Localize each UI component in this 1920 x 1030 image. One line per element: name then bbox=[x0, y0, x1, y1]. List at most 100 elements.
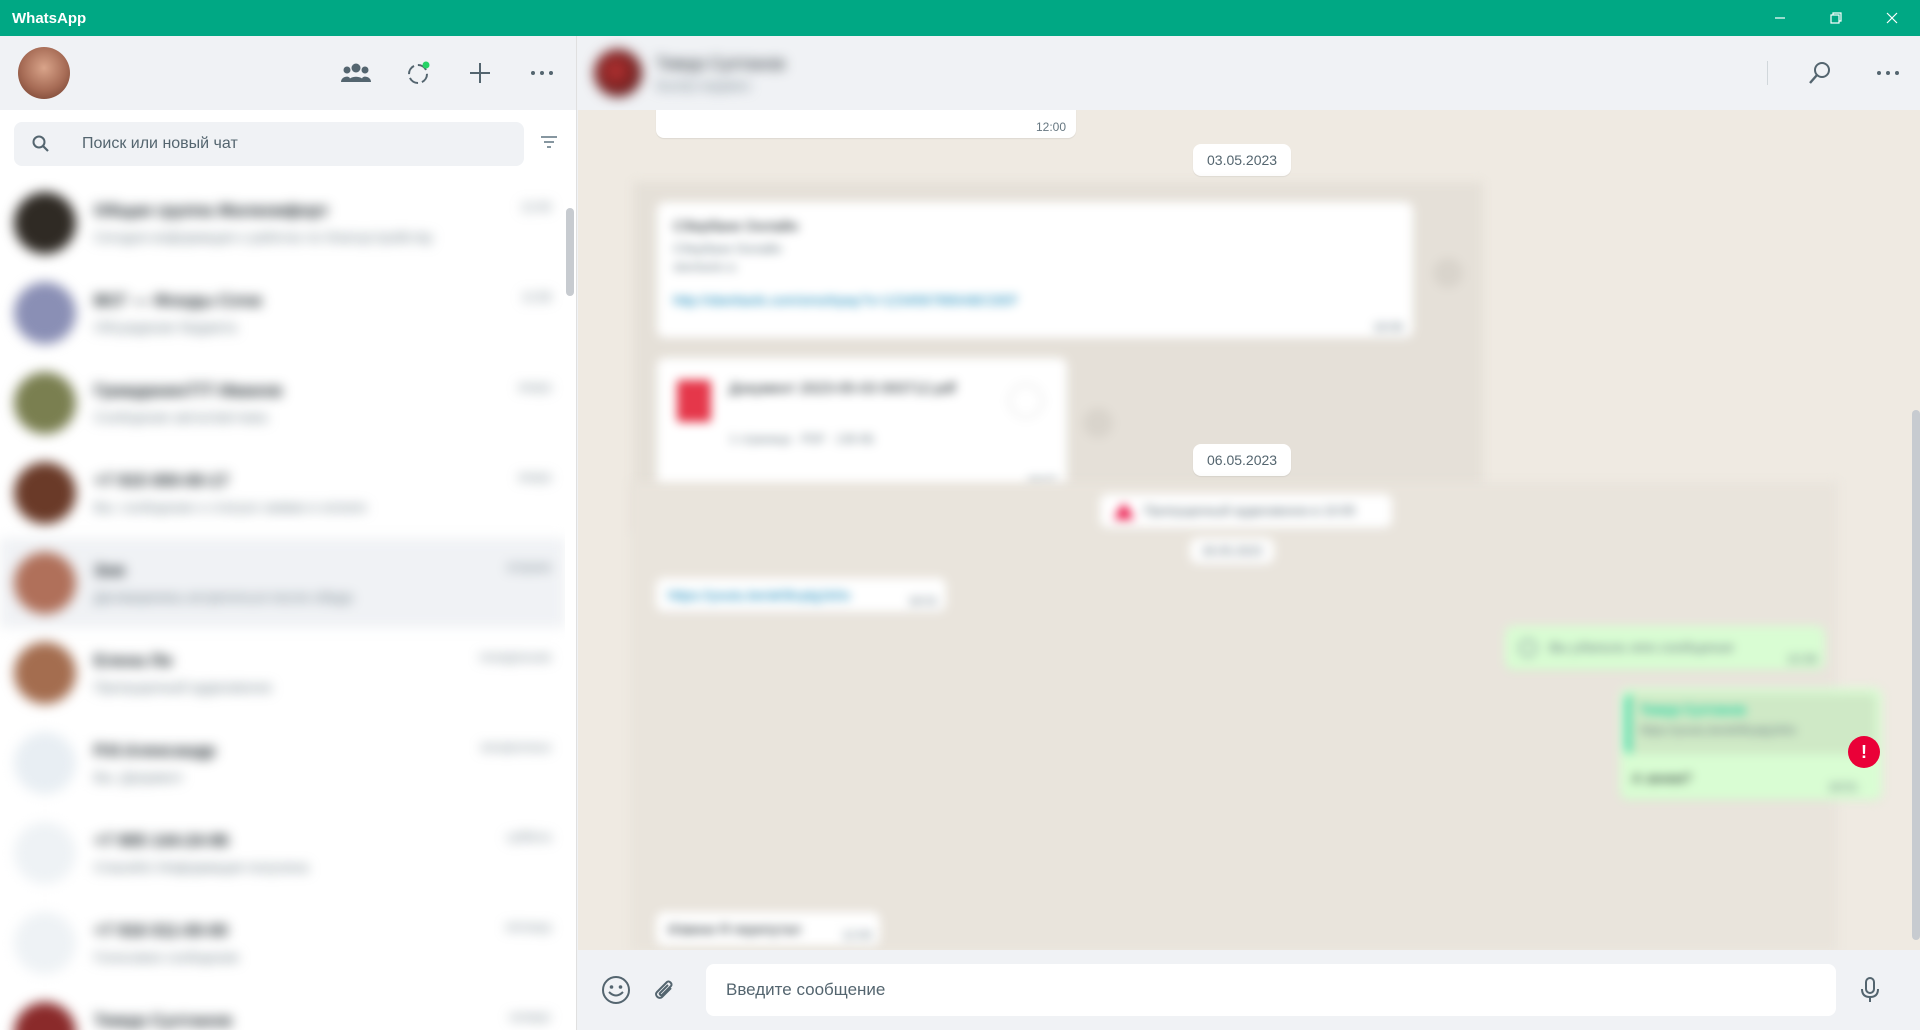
missed-call-icon bbox=[1114, 503, 1134, 519]
send-error-icon[interactable]: ! bbox=[1848, 736, 1880, 768]
chat-name: Тимур Султанов bbox=[94, 1011, 233, 1030]
close-button[interactable] bbox=[1864, 0, 1920, 36]
chat-name: Елена Ли bbox=[94, 651, 173, 670]
chat-preview: Сообщение автоответчика bbox=[94, 409, 268, 425]
forward-icon[interactable] bbox=[1083, 408, 1113, 438]
chat-name: Гражданин777 Иванов bbox=[94, 381, 283, 400]
sidebar: Общая группа Жилкомфорт Сегодня информаци… bbox=[0, 36, 577, 1030]
chat-list-item[interactable]: Тимур СултановФоточетверг bbox=[0, 988, 565, 1030]
chat-list-item[interactable]: Р.И.Александр Вы: Документ воскресенье bbox=[0, 718, 565, 808]
forward-icon[interactable] bbox=[1433, 258, 1463, 288]
chat-list-item[interactable]: Елена Ли Пропущенный аудиозвонок понедельн… bbox=[0, 628, 565, 718]
selection-highlight: Пропущенный аудиозвонок в 10:05 26.05.20… bbox=[630, 482, 1882, 950]
chat-list: Общая группа Жилкомфорт Сегодня информаци… bbox=[0, 178, 565, 1030]
communities-icon bbox=[341, 63, 371, 82]
link-preview-domain: sberbank.ru bbox=[673, 260, 737, 274]
download-icon[interactable] bbox=[1009, 384, 1043, 418]
message-input[interactable] bbox=[706, 964, 1836, 1016]
chat-list-item[interactable]: Общая группа Жилкомфорт Сегодня информаци… bbox=[0, 178, 565, 268]
chat-time: четверг bbox=[509, 1010, 551, 1024]
reply-message[interactable]: Тимур Султанов https://youtu.be/aKBcplg1… bbox=[1620, 688, 1882, 800]
chat-name: Общая группа Жилкомфорт bbox=[94, 201, 329, 220]
window-controls bbox=[1752, 0, 1920, 36]
chat-avatar bbox=[14, 642, 76, 704]
app-title: WhatsApp bbox=[12, 9, 87, 27]
document-message[interactable]: Документ 2023-05-03 093712.pdf 1 страниц… bbox=[657, 358, 1067, 492]
quoted-message[interactable]: Тимур Султанов https://youtu.be/aKBcplg1… bbox=[1626, 694, 1876, 754]
chat-time: воскресенье bbox=[481, 740, 551, 754]
menu-button[interactable] bbox=[526, 57, 558, 89]
chat-preview: Вы: сообщение о статусе заявки и оплате bbox=[94, 499, 367, 515]
message-time: 18:51 bbox=[1827, 780, 1858, 794]
message-link[interactable]: http://sberbank.com/sms/trpay?s=12345678… bbox=[673, 292, 1397, 308]
missed-call-text: Пропущенный аудиозвонок в 10:05 bbox=[1144, 503, 1356, 518]
status-button[interactable] bbox=[402, 57, 434, 89]
chat-time: вчера bbox=[518, 380, 551, 394]
search-messages-button[interactable] bbox=[1804, 57, 1836, 89]
quoted-text: https://youtu.be/aKBcplg1k0o bbox=[1640, 723, 1797, 737]
message-text: Извини Я перепутал bbox=[668, 921, 801, 937]
chat-preview: Обсуждение бюджета bbox=[94, 319, 237, 335]
attach-button[interactable] bbox=[646, 972, 682, 1008]
deleted-icon bbox=[1519, 639, 1537, 657]
profile-avatar[interactable] bbox=[18, 47, 70, 99]
selection-highlight: Сбербанк Онлайн Сбербанк Онлайн sberbank… bbox=[633, 182, 1483, 532]
conversation-menu-button[interactable] bbox=[1872, 57, 1904, 89]
chat-list-item[interactable]: Зоя Договорились встретиться после обеда в… bbox=[0, 538, 565, 628]
chat-avatar bbox=[14, 822, 76, 884]
message-time: 12:00 bbox=[1035, 120, 1066, 134]
message-time: 18:06 bbox=[1372, 320, 1403, 334]
search-input[interactable] bbox=[82, 135, 482, 153]
message-time: 12:00 bbox=[841, 928, 872, 942]
message-bubble[interactable]: 12:00 bbox=[656, 110, 1076, 138]
status-icon bbox=[408, 61, 430, 84]
sidebar-header bbox=[0, 36, 576, 110]
chat-time: пятница bbox=[505, 920, 551, 934]
link-message[interactable]: https://youtu.be/aKBcplg1k0o 18:01 bbox=[656, 578, 946, 612]
communities-button[interactable] bbox=[340, 57, 372, 89]
minimize-icon bbox=[1775, 17, 1785, 19]
contact-info[interactable]: Тимур Султанов был(а) недавно bbox=[594, 49, 785, 97]
title-bar: WhatsApp bbox=[0, 0, 1920, 36]
message-link[interactable]: https://youtu.be/aKBcplg1k0o bbox=[668, 587, 850, 603]
chat-list-item[interactable]: +7 905 144-24-96 Спасибо! Информация полу… bbox=[0, 808, 565, 898]
chat-name: +7 915 000-00-17 bbox=[94, 471, 229, 490]
emoji-button[interactable] bbox=[598, 972, 634, 1008]
search-icon bbox=[32, 135, 49, 152]
message-scrollbar[interactable] bbox=[1912, 410, 1920, 940]
chat-avatar bbox=[14, 552, 76, 614]
chat-avatar bbox=[14, 372, 76, 434]
chat-list-item[interactable]: +7 916 011-00-00 Голосовое сообщение пятни… bbox=[0, 898, 565, 988]
contact-avatar[interactable] bbox=[594, 49, 642, 97]
restore-button[interactable] bbox=[1808, 0, 1864, 36]
chat-list-item[interactable]: +7 915 000-00-17 Вы: сообщение о статусе … bbox=[0, 448, 565, 538]
plus-icon bbox=[470, 63, 490, 83]
chat-avatar bbox=[14, 462, 76, 524]
search-row bbox=[0, 110, 576, 178]
message-area[interactable]: 12:00 03.05.2023 Сбербанк Онлайн Сбербан… bbox=[578, 110, 1920, 950]
chat-name: +7 905 144-24-96 bbox=[94, 831, 229, 850]
chat-avatar bbox=[14, 192, 76, 254]
new-chat-button[interactable] bbox=[464, 57, 496, 89]
chat-list-scrollbar[interactable] bbox=[566, 208, 574, 296]
chat-list-item[interactable]: Гражданин777 Иванов Сообщение автоответчи… bbox=[0, 358, 565, 448]
filter-button[interactable] bbox=[540, 135, 558, 154]
paperclip-icon bbox=[655, 980, 673, 999]
link-preview-title: Сбербанк Онлайн bbox=[673, 218, 799, 235]
search-icon bbox=[1809, 62, 1830, 84]
deleted-message[interactable]: Вы удалили это сообщение 10:36 bbox=[1505, 626, 1825, 670]
voice-message-button[interactable] bbox=[1852, 972, 1888, 1008]
contact-name: Тимур Султанов bbox=[656, 53, 785, 73]
chat-list-item[interactable]: ВСГ — Фонды Сочи Обсуждение бюджета 11:58 bbox=[0, 268, 565, 358]
chat-preview: Пропущенный аудиозвонок bbox=[94, 679, 272, 695]
date-separator: 06.05.2023 bbox=[1193, 444, 1292, 476]
link-message[interactable]: Сбербанк Онлайн Сбербанк Онлайн sberbank… bbox=[657, 202, 1413, 338]
message-bubble[interactable]: Извини Я перепутал 12:00 bbox=[656, 912, 880, 946]
minimize-button[interactable] bbox=[1752, 0, 1808, 36]
header-divider bbox=[1767, 61, 1768, 85]
chat-name: ВСГ — Фонды Сочи bbox=[94, 291, 262, 310]
link-preview-subtitle: Сбербанк Онлайн bbox=[673, 241, 782, 256]
restore-icon bbox=[1830, 12, 1842, 24]
chat-preview: Вы: Документ bbox=[94, 769, 184, 785]
close-icon bbox=[1886, 12, 1898, 24]
